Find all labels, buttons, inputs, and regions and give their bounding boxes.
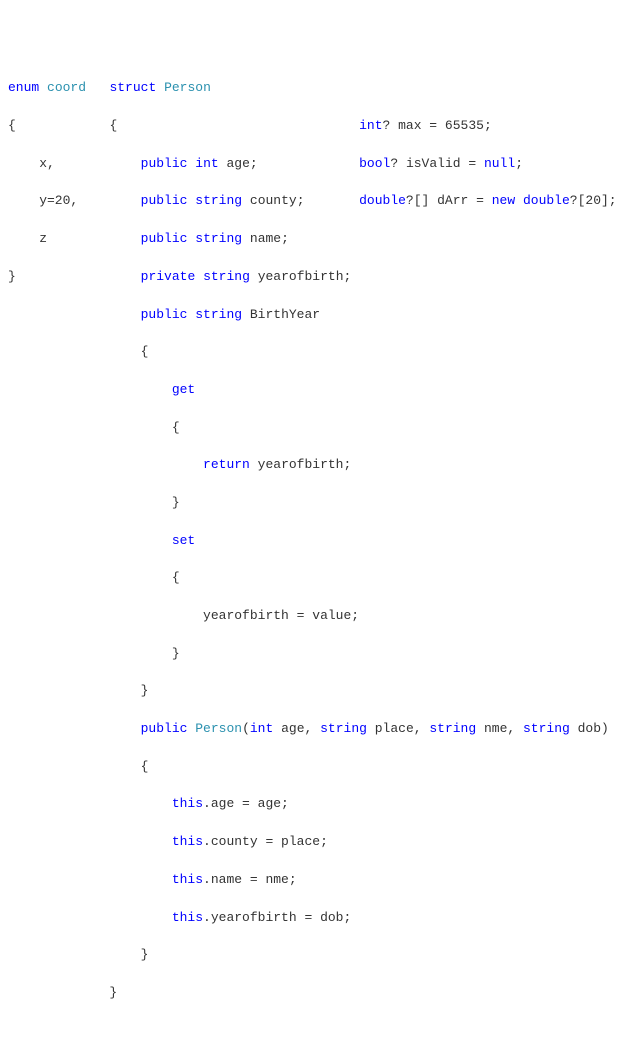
type-person: Person — [164, 80, 211, 95]
kw-struct: struct — [109, 80, 156, 95]
kw-private: private — [141, 269, 196, 284]
num: 20 — [585, 193, 601, 208]
stmt: .age = age; — [203, 796, 289, 811]
brace: } — [172, 495, 180, 510]
kw-int: int — [250, 721, 273, 736]
param: dob) — [578, 721, 609, 736]
code-line: this.county = place; — [8, 833, 609, 852]
code-line: public string BirthYear — [8, 306, 609, 325]
kw-string: string — [195, 307, 242, 322]
kw-this: this — [172, 834, 203, 849]
text: ? isValid = — [390, 156, 484, 171]
code-line: x, public int age; bool? isValid = null; — [8, 155, 609, 174]
brace: { — [109, 118, 117, 133]
code-line: z public string name; — [8, 230, 609, 249]
punct: ; — [515, 156, 523, 171]
code-line: } — [8, 946, 609, 965]
code-line: } — [8, 494, 609, 513]
code-line: this.yearofbirth = dob; — [8, 909, 609, 928]
ident: county; — [250, 193, 305, 208]
stmt: .name = nme; — [203, 872, 297, 887]
enum-x: x, — [8, 156, 55, 171]
ident: age; — [226, 156, 257, 171]
kw-int: int — [195, 156, 218, 171]
code-line: } — [8, 984, 609, 1003]
enum-z: z — [8, 231, 47, 246]
kw-public: public — [141, 193, 188, 208]
punct: ]; — [601, 193, 617, 208]
brace: } — [172, 646, 180, 661]
ident: yearofbirth; — [258, 457, 352, 472]
kw-int: int — [359, 118, 382, 133]
code-line: this.age = age; — [8, 795, 609, 814]
code-line: public Person(int age, string place, str… — [8, 720, 609, 739]
text: ?[] dArr = — [406, 193, 492, 208]
brace: } — [141, 683, 149, 698]
code-line: get — [8, 381, 609, 400]
paren: ( — [242, 721, 250, 736]
brace: } — [109, 985, 117, 1000]
kw-public: public — [141, 307, 188, 322]
kw-set: set — [172, 533, 195, 548]
stmt: yearofbirth = value; — [203, 608, 359, 623]
kw-double: double — [523, 193, 570, 208]
code-line: } — [8, 645, 609, 664]
kw-null: null — [484, 156, 515, 171]
kw-get: get — [172, 382, 195, 397]
code-line: } private string yearofbirth; — [8, 268, 609, 287]
code-line: { { int? max = 65535; — [8, 117, 609, 136]
kw-bool: bool — [359, 156, 390, 171]
ident: BirthYear — [250, 307, 320, 322]
kw-public: public — [141, 721, 188, 736]
kw-string: string — [523, 721, 570, 736]
kw-string: string — [195, 193, 242, 208]
ident: name; — [250, 231, 289, 246]
brace: { — [172, 420, 180, 435]
kw-string: string — [320, 721, 367, 736]
code-line: return yearofbirth; — [8, 456, 609, 475]
kw-public: public — [141, 231, 188, 246]
kw-this: this — [172, 796, 203, 811]
param: age, — [281, 721, 320, 736]
text: ?[ — [570, 193, 586, 208]
stmt: .county = place; — [203, 834, 328, 849]
brace: { — [141, 759, 149, 774]
kw-double: double — [359, 193, 406, 208]
kw-string: string — [195, 231, 242, 246]
brace: } — [141, 947, 149, 962]
brace: { — [172, 570, 180, 585]
brace: { — [141, 344, 149, 359]
enum-y: y=20, — [8, 193, 78, 208]
kw-string: string — [429, 721, 476, 736]
ident: yearofbirth; — [258, 269, 352, 284]
punct: ; — [484, 118, 492, 133]
code-line: } — [8, 682, 609, 701]
space — [515, 193, 523, 208]
code-line: enum coord struct Person — [8, 79, 609, 98]
param: nme, — [484, 721, 523, 736]
code-line: y=20, public string county; double?[] dA… — [8, 192, 609, 211]
brace: { — [8, 118, 16, 133]
code-line: yearofbirth = value; — [8, 607, 609, 626]
kw-string: string — [203, 269, 250, 284]
stmt: .yearofbirth = dob; — [203, 910, 351, 925]
kw-new: new — [492, 193, 515, 208]
kw-enum: enum — [8, 80, 39, 95]
num: 65535 — [445, 118, 484, 133]
code-line: { — [8, 419, 609, 438]
kw-this: this — [172, 910, 203, 925]
brace: } — [8, 269, 16, 284]
kw-return: return — [203, 457, 250, 472]
param: place, — [375, 721, 430, 736]
code-line: { — [8, 758, 609, 777]
type-coord: coord — [47, 80, 86, 95]
kw-public: public — [141, 156, 188, 171]
text: ? max = — [383, 118, 445, 133]
ctor-person: Person — [195, 721, 242, 736]
code-line: set — [8, 532, 609, 551]
code-line: { — [8, 569, 609, 588]
kw-this: this — [172, 872, 203, 887]
code-line: { — [8, 343, 609, 362]
code-line: this.name = nme; — [8, 871, 609, 890]
